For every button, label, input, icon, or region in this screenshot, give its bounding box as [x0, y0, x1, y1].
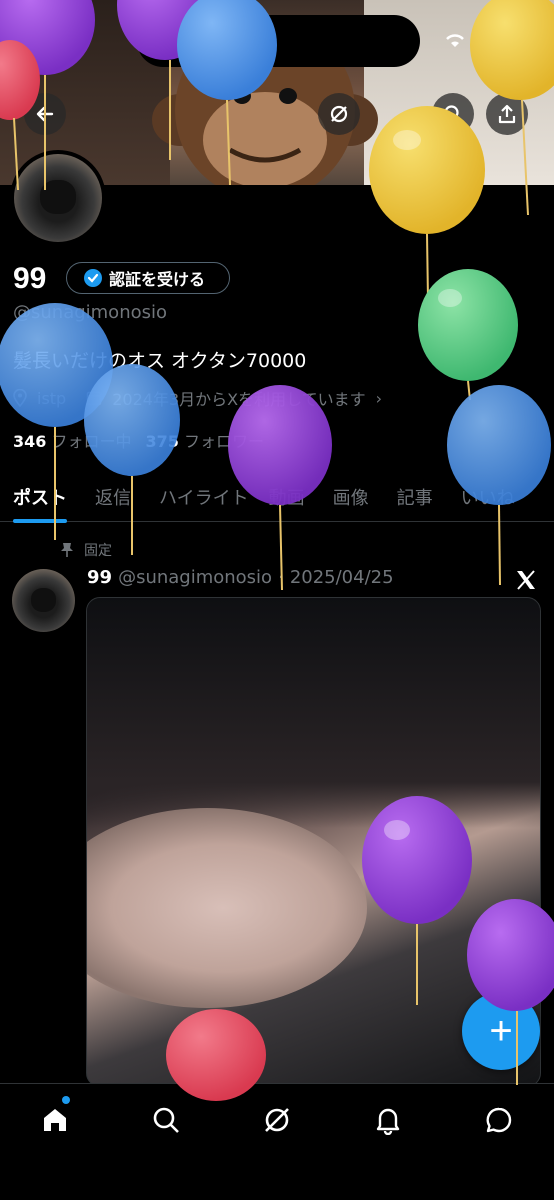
- tab-images[interactable]: 画像: [333, 472, 369, 522]
- grok-icon: [330, 105, 348, 123]
- pinned-indicator: 固定: [60, 540, 112, 560]
- profile-handle: @sunagimonosio: [13, 302, 168, 323]
- chevron-right-icon[interactable]: ›: [376, 389, 382, 408]
- nav-messages[interactable]: [481, 1102, 517, 1138]
- grok-button[interactable]: [318, 93, 360, 135]
- pin-icon: [61, 543, 73, 557]
- post-header: 99 @sunagimonosio · 2025/04/25: [87, 567, 394, 588]
- post-author[interactable]: 99: [87, 567, 112, 588]
- wifi-icon: [446, 34, 464, 47]
- nav-search[interactable]: [148, 1102, 184, 1138]
- verified-badge-icon: [84, 269, 102, 287]
- back-button[interactable]: [24, 93, 66, 135]
- post-date[interactable]: 2025/04/25: [290, 567, 394, 588]
- nav-home[interactable]: [37, 1102, 73, 1138]
- location-icon: [13, 389, 27, 407]
- post-separator: ·: [278, 567, 284, 588]
- search-icon: [153, 1107, 179, 1133]
- profile-bio: 髪長いだけのオス オクタン70000: [13, 350, 307, 372]
- post-avatar[interactable]: [12, 569, 75, 632]
- verify-label: 認証を受ける: [109, 270, 206, 289]
- search-profile-button[interactable]: [432, 93, 474, 135]
- profile-tabs: ポスト 返信 ハイライト 動画 画像 記事 いいね: [0, 472, 554, 523]
- share-button[interactable]: [486, 93, 528, 135]
- calendar-icon: [86, 391, 102, 406]
- arrow-left-icon: [36, 106, 54, 122]
- status-time: 0:04: [50, 26, 91, 48]
- bell-icon: [376, 1108, 400, 1135]
- tab-articles[interactable]: 記事: [397, 472, 433, 522]
- home-icon: [44, 1109, 66, 1131]
- following-link[interactable]: 346 フォロー中: [13, 428, 132, 452]
- profile-meta: istp 2024年3月からXを利用しています ›: [13, 386, 382, 410]
- tab-replies[interactable]: 返信: [95, 472, 131, 522]
- tab-highlights[interactable]: ハイライト: [159, 472, 249, 522]
- compose-post-button[interactable]: +: [462, 992, 540, 1070]
- black-cat-image: [12, 569, 75, 632]
- plus-icon: +: [489, 1008, 513, 1053]
- grok-icon: [265, 1108, 289, 1132]
- profile-joined: 2024年3月からXを利用しています: [112, 390, 366, 409]
- notification-dot: [62, 1096, 70, 1104]
- nav-grok[interactable]: [259, 1102, 295, 1138]
- profile-location[interactable]: istp: [37, 389, 66, 408]
- messages-icon: [486, 1107, 512, 1133]
- get-verified-button[interactable]: 認証を受ける: [66, 262, 230, 294]
- balloon-icon: [418, 269, 518, 401]
- followers-link[interactable]: 375 フォロワー: [146, 428, 265, 452]
- portrait-image: [87, 808, 367, 1008]
- tab-videos[interactable]: 動画: [269, 472, 305, 522]
- follow-stats: 346 フォロー中 375 フォロワー: [13, 428, 264, 452]
- tab-posts[interactable]: ポスト: [13, 472, 67, 523]
- dynamic-island: [137, 15, 420, 67]
- black-cat-image: [14, 154, 102, 242]
- x-logo-icon: [517, 570, 535, 590]
- share-icon: [498, 104, 516, 124]
- nav-notifications[interactable]: [370, 1102, 406, 1138]
- profile-name: 99: [13, 262, 47, 295]
- tab-likes[interactable]: いいね: [461, 472, 515, 522]
- flashlight-icon: [149, 25, 175, 57]
- search-icon: [444, 105, 462, 123]
- battery-indicator: 16: [474, 30, 506, 50]
- bottom-navigation: [0, 1083, 554, 1200]
- profile-avatar[interactable]: [10, 150, 106, 246]
- post-handle[interactable]: @sunagimonosio: [118, 567, 272, 588]
